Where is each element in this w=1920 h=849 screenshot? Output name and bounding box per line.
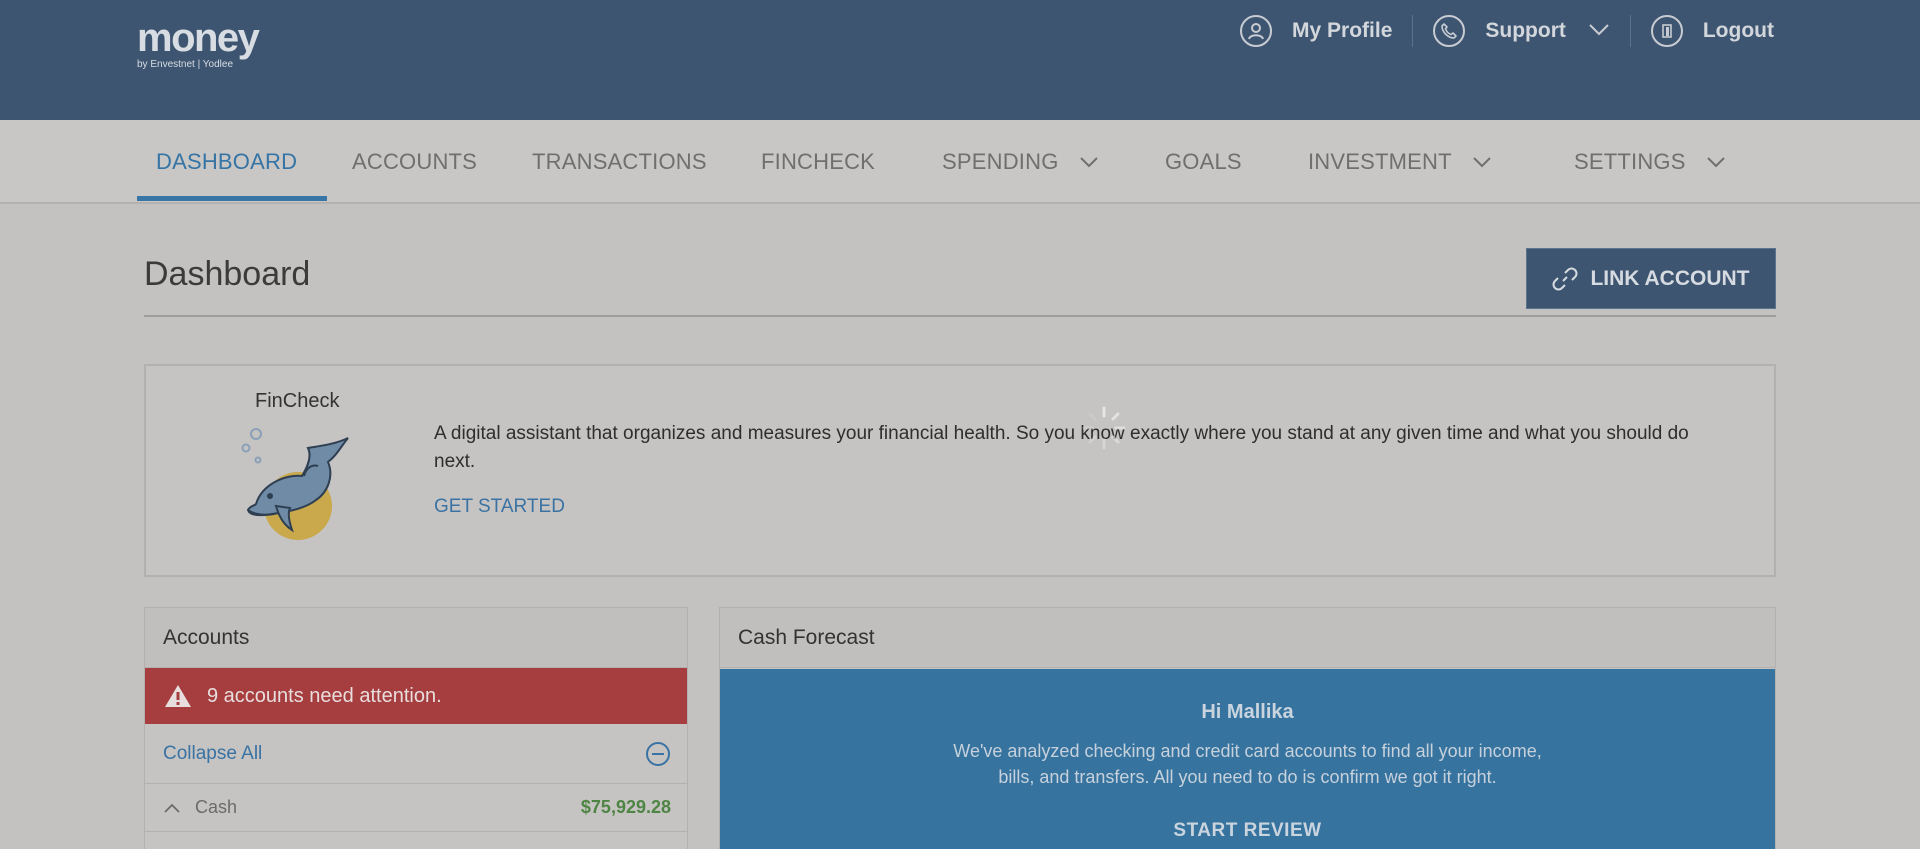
active-tab-indicator [137,196,327,201]
header-divider [1629,15,1631,47]
nav-tab-goals[interactable]: GOALS [1165,120,1242,204]
get-started-link[interactable]: GET STARTED [434,496,565,518]
support-label: Support [1485,19,1566,42]
chevron-down-icon [1472,156,1492,168]
accounts-attention-alert[interactable]: 9 accounts need attention. [145,668,687,724]
nav-tab-settings-label: SETTINGS [1574,149,1686,174]
accounts-panel: Accounts 9 accounts need attention. Coll… [144,607,688,849]
warning-icon [165,685,191,707]
alert-text: 9 accounts need attention. [207,684,442,707]
cash-forecast-body: Hi Mallika We've analyzed checking and c… [720,669,1775,849]
link-account-label: LINK ACCOUNT [1590,266,1750,290]
nav-tab-investment-label: INVESTMENT [1308,149,1452,174]
cash-forecast-message: We've analyzed checking and credit card … [720,738,1775,790]
cash-forecast-greeting: Hi Mallika [1201,701,1294,723]
minus-circle-icon [646,741,670,766]
support-menu[interactable]: Support [1433,15,1609,47]
nav-tab-transactions[interactable]: TRANSACTIONS [532,120,707,204]
collapse-all-label: Collapse All [163,742,263,764]
title-divider [144,315,1776,317]
nav-tab-dashboard[interactable]: DASHBOARD [156,120,297,204]
cash-forecast-panel: Cash Forecast Hi Mallika We've analyzed … [719,607,1776,849]
nav-tab-spending-label: SPENDING [942,149,1059,174]
chevron-down-icon [1706,156,1726,168]
nav-tab-investment[interactable]: INVESTMENT [1308,120,1492,204]
logout-label: Logout [1702,19,1774,42]
money-logo[interactable]: money by Envestnet | Yodlee [137,16,260,70]
link-icon [1552,267,1578,290]
logo-wordmark: money [137,16,260,60]
chevron-down-icon [1079,156,1099,168]
accounts-panel-title: Accounts [145,608,687,668]
cash-group-header: Cash [163,797,237,818]
start-review-button[interactable]: START REVIEW [720,820,1775,842]
logo-subtitle: by Envestnet | Yodlee [137,59,234,70]
cash-forecast-message-line2: bills, and transfers. All you need to do… [998,767,1497,787]
chevron-up-icon [164,803,180,813]
fincheck-label: FinCheck [255,390,340,412]
top-header: money by Envestnet | Yodlee My Profile S… [0,0,1920,120]
link-account-button[interactable]: LINK ACCOUNT [1526,248,1776,309]
loading-spinner-icon [1082,406,1126,450]
dolphin-mascot-icon [241,428,349,540]
nav-tab-accounts[interactable]: ACCOUNTS [352,120,477,204]
page-title: Dashboard [144,255,311,293]
nav-tab-settings[interactable]: SETTINGS [1574,120,1726,204]
my-profile-link[interactable]: My Profile [1240,15,1392,47]
my-profile-label: My Profile [1292,19,1393,42]
logout-link[interactable]: Logout [1650,15,1774,47]
collapse-all-toggle[interactable]: Collapse All [145,724,687,784]
header-links: My Profile Support Logout [1240,12,1774,50]
nav-tab-spending[interactable]: SPENDING [942,120,1099,204]
user-circle-icon [1240,15,1273,47]
account-group-cash[interactable]: Cash $75,929.28 [145,784,687,832]
cash-total: $75,929.28 [580,797,671,817]
cash-forecast-title: Cash Forecast [720,608,1775,668]
main-nav: DASHBOARD ACCOUNTS TRANSACTIONS FINCHECK… [0,120,1920,204]
chevron-down-icon [1588,19,1610,43]
nav-tab-fincheck[interactable]: FINCHECK [761,120,875,204]
header-divider [1412,15,1414,47]
fincheck-card: FinCheck A digital assistant that organi… [144,364,1776,577]
logout-door-icon [1650,15,1683,47]
cash-label: Cash [195,797,238,817]
phone-icon [1433,15,1466,47]
cash-forecast-message-line1: We've analyzed checking and credit card … [953,741,1542,761]
